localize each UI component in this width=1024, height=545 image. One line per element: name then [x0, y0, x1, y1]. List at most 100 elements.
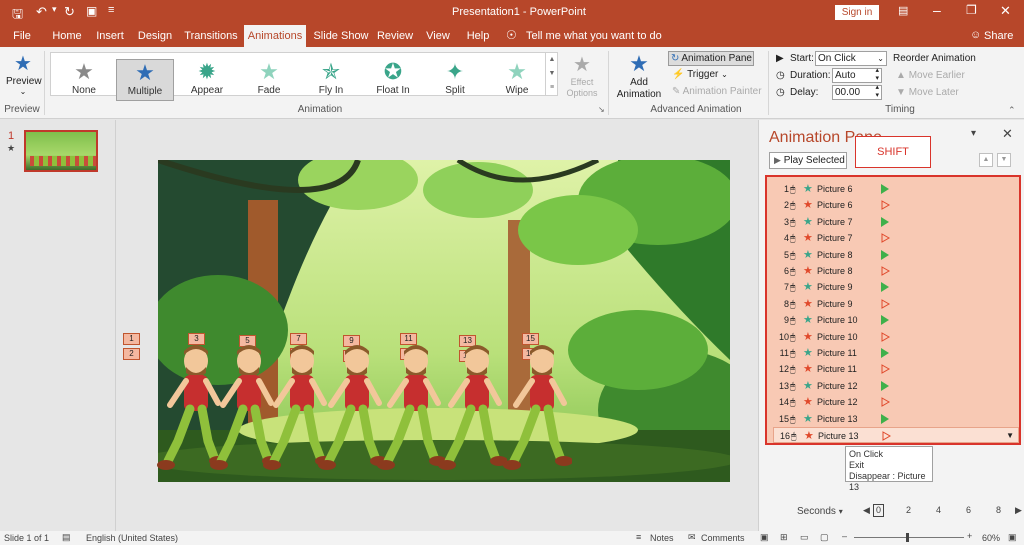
tab-home[interactable]: Home	[48, 25, 86, 47]
anim-split[interactable]: ✦ Split	[426, 59, 484, 101]
dialog-launcher-icon[interactable]: ↘	[598, 105, 605, 114]
share-button[interactable]: Share	[984, 30, 1013, 42]
walking-man-picture[interactable]	[209, 345, 280, 470]
animation-list-item[interactable]: 9 🖱 ★ Picture 10	[773, 312, 1019, 328]
tab-animations[interactable]: Animations	[244, 25, 306, 48]
animation-list-item[interactable]: 8 🖱 ★ Picture 9	[773, 296, 1019, 312]
sign-in-button[interactable]: Sign in	[835, 5, 879, 20]
play-selected-button[interactable]: ▶ Play Selected	[769, 152, 847, 169]
customize-qat-icon[interactable]: ≡	[108, 4, 114, 16]
walking-man-picture[interactable]	[317, 345, 388, 470]
tab-view[interactable]: View	[422, 25, 454, 47]
share-icon[interactable]: ☺	[970, 29, 981, 41]
anim-float-in[interactable]: ✪ Float In	[364, 59, 422, 101]
slide-thumbnail[interactable]	[24, 130, 98, 172]
save-icon[interactable]: 🖫	[12, 5, 23, 27]
delay-input[interactable]: 00.00 ▴ ▾	[832, 84, 882, 100]
proofing-icon[interactable]: ▤	[62, 532, 71, 543]
walking-man-picture[interactable]	[437, 345, 508, 470]
walking-man-picture[interactable]	[262, 345, 333, 470]
slideshow-view-icon[interactable]: ▢	[820, 532, 829, 543]
restore-icon[interactable]: ❐	[966, 3, 977, 17]
animation-list-item[interactable]: 10 🖱 ★ Picture 10	[773, 329, 1019, 345]
animation-tag[interactable]: 1	[123, 333, 140, 345]
anim-appear[interactable]: ✹ Appear	[178, 59, 236, 101]
animation-list-item[interactable]: 2 🖱 ★ Picture 6	[773, 197, 1019, 213]
zoom-thumb[interactable]	[906, 533, 909, 542]
zoom-out-icon[interactable]: –	[842, 531, 847, 541]
zoom-level[interactable]: 60%	[982, 533, 1000, 543]
comments-icon[interactable]: ✉	[688, 532, 696, 543]
animation-tag[interactable]: 15	[522, 333, 539, 345]
walking-man-picture[interactable]	[376, 345, 447, 470]
anim-multiple[interactable]: ★ Multiple	[116, 59, 174, 101]
animation-list-item[interactable]: 1 🖱 ★ Picture 6	[773, 181, 1019, 197]
collapse-ribbon-icon[interactable]: ⌃	[1008, 105, 1016, 116]
slideshow-from-start-icon[interactable]: ▣	[86, 4, 97, 18]
walking-man-picture[interactable]	[502, 345, 573, 470]
gallery-scroll[interactable]: ▲ ▼ ≡	[545, 53, 558, 95]
tab-slide-show[interactable]: Slide Show	[312, 25, 370, 47]
tab-transitions[interactable]: Transitions	[182, 25, 240, 47]
item-dropdown-icon[interactable]: ▼	[1006, 428, 1014, 444]
animation-list-item[interactable]: 12 🖱 ★ Picture 11	[773, 361, 1019, 377]
anim-fly-in[interactable]: ✯ Fly In	[302, 59, 360, 101]
animation-list-item[interactable]: 5 🖱 ★ Picture 8	[773, 247, 1019, 263]
add-animation-button[interactable]: ★ Add Animation	[614, 51, 664, 101]
animation-tag[interactable]: 3	[188, 333, 205, 345]
ribbon-display-options-icon[interactable]: ▤	[898, 4, 908, 17]
animation-pane-button[interactable]: ↻ Animation Pane	[668, 51, 754, 66]
anim-wipe[interactable]: ★ Wipe	[488, 59, 546, 101]
tab-insert[interactable]: Insert	[92, 25, 128, 47]
preview-button[interactable]: ★ Preview ⌄	[6, 53, 42, 97]
animation-list-item[interactable]: 13 🖱 ★ Picture 12	[773, 378, 1019, 394]
seconds-dropdown[interactable]: Seconds ▾	[797, 506, 843, 517]
animation-tag[interactable]: 2	[123, 348, 140, 360]
fit-to-window-icon[interactable]: ▣	[1008, 532, 1017, 543]
close-icon[interactable]: ✕	[1000, 3, 1011, 19]
reading-view-icon[interactable]: ▭	[800, 532, 809, 543]
redo-icon[interactable]: ↻	[64, 4, 75, 20]
minimize-icon[interactable]: –	[933, 2, 941, 18]
move-up-icon[interactable]: ▲	[979, 153, 993, 167]
duration-input[interactable]: Auto ▴ ▾	[832, 67, 882, 83]
tab-review[interactable]: Review	[376, 25, 414, 47]
tab-help[interactable]: Help	[462, 25, 494, 47]
language-indicator[interactable]: English (United States)	[86, 533, 178, 543]
animation-list-item[interactable]: 7 🖱 ★ Picture 9	[773, 279, 1019, 295]
zoom-in-icon[interactable]: +	[967, 531, 972, 541]
normal-view-icon[interactable]: ▣	[760, 532, 769, 543]
animation-list-item[interactable]: 4 🖱 ★ Picture 7	[773, 230, 1019, 246]
undo-icon[interactable]: ↶	[36, 4, 47, 20]
notes-button[interactable]: Notes	[650, 533, 674, 543]
slide-sorter-icon[interactable]: ⊞	[780, 532, 788, 543]
tab-design[interactable]: Design	[134, 25, 176, 47]
move-later-button[interactable]: ▼ Move Later	[896, 87, 959, 98]
tell-me-search[interactable]: Tell me what you want to do	[526, 30, 662, 42]
animation-list-item[interactable]: 16 🖱 ★ Picture 13 ▼	[773, 427, 1019, 443]
anim-none[interactable]: ★ None	[55, 59, 113, 101]
animation-painter-button[interactable]: ✎ Animation Painter	[672, 86, 762, 97]
move-earlier-button[interactable]: ▲ Move Earlier	[896, 70, 965, 81]
animation-tag[interactable]: 7	[290, 333, 307, 345]
animation-list-item[interactable]: 15 🖱 ★ Picture 13	[773, 411, 1019, 427]
start-select[interactable]: On Click ⌄	[815, 51, 887, 66]
anim-fade[interactable]: ★ Fade	[240, 59, 298, 101]
close-pane-icon[interactable]: ✕	[1002, 126, 1013, 142]
animation-list-item[interactable]: 3 🖱 ★ Picture 7	[773, 214, 1019, 230]
zoom-slider[interactable]	[854, 533, 964, 542]
effect-options-button[interactable]: ★ Effect Options	[564, 53, 600, 99]
animation-list-item[interactable]: 6 🖱 ★ Picture 8	[773, 263, 1019, 279]
spin-icon[interactable]: ▴ ▾	[875, 67, 879, 83]
tab-file[interactable]: File	[6, 25, 38, 47]
scroll-left-icon[interactable]: ◀	[863, 505, 870, 516]
notes-icon[interactable]: ≡	[636, 532, 641, 542]
trigger-button[interactable]: ⚡ Trigger ⌄	[672, 69, 728, 80]
animation-list-item[interactable]: 11 🖱 ★ Picture 11	[773, 345, 1019, 361]
comments-button[interactable]: Comments	[701, 533, 745, 543]
animation-tag[interactable]: 11	[400, 333, 417, 345]
pane-options-icon[interactable]: ▾	[971, 128, 976, 139]
scroll-right-icon[interactable]: ▶	[1015, 505, 1022, 516]
walking-man-picture[interactable]	[156, 345, 227, 470]
move-down-icon[interactable]: ▼	[997, 153, 1011, 167]
